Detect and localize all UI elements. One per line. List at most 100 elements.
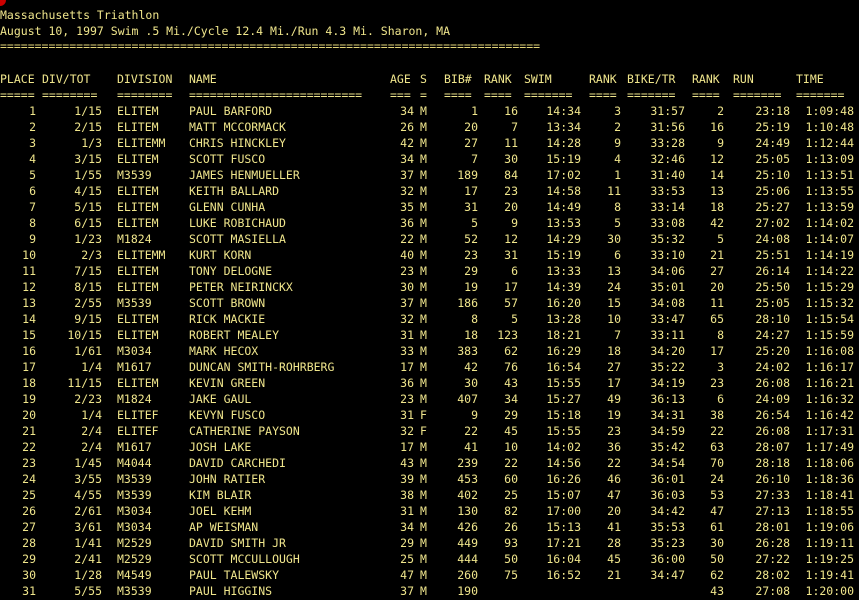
cell-sex: M (420, 104, 427, 118)
cell-div-tot: 6/15 (74, 216, 102, 230)
cell-swim: 17:02 (546, 168, 581, 182)
cell-sex: M (420, 504, 427, 518)
cell-div-tot: 2/41 (74, 552, 102, 566)
cell-name: DAVID SMITH JR (189, 536, 286, 550)
cell-run: 25:06 (755, 184, 790, 198)
table-row: 23 1/45 M4044 DAVID CARCHEDI 43 M 239 22 14:56 22… (0, 455, 859, 471)
cell-swim-rank: 84 (504, 168, 518, 182)
table-row: 12 8/15 ELITEM PETER NEIRINCKX 30 M 19 17 14:39 2… (0, 279, 859, 295)
cell-run-rank: 2 (717, 104, 724, 118)
cell-place: 26 (22, 504, 36, 518)
cell-run: 28:18 (755, 456, 790, 470)
cell-bike-rank: 45 (607, 552, 621, 566)
cell-place: 28 (22, 536, 36, 550)
cell-place: 18 (22, 376, 36, 390)
cell-bib: 22 (464, 424, 478, 438)
cell-sex: M (420, 552, 427, 566)
cell-div-tot: 1/4 (81, 408, 102, 422)
cell-bib: 407 (457, 392, 478, 406)
cell-bike: 33:08 (650, 216, 685, 230)
cell-div-tot: 1/4 (81, 360, 102, 374)
cell-run: 26:54 (755, 408, 790, 422)
cell-swim: 18:21 (546, 328, 581, 342)
cell-swim-rank: 57 (504, 296, 518, 310)
cell-div-tot: 1/3 (81, 136, 102, 150)
cell-sex: M (420, 456, 427, 470)
cell-run: 25:50 (755, 280, 790, 294)
cell-bib: 426 (457, 520, 478, 534)
cell-name: LUKE ROBICHAUD (189, 216, 286, 230)
cell-bike: 34:06 (650, 264, 685, 278)
cell-age: 31 (400, 408, 414, 422)
cell-time: 1:19:06 (805, 520, 854, 534)
underline-swim-rank: ==== (484, 88, 512, 102)
cell-place: 20 (22, 408, 36, 422)
cell-bike: 34:47 (650, 568, 685, 582)
table-row: 8 6/15 ELITEM LUKE ROBICHAUD 36 M 5 9 13:53 5 33:0… (0, 215, 859, 231)
cell-age: 42 (400, 136, 414, 150)
cell-run: 27:13 (755, 504, 790, 518)
cell-time: 1:13:09 (805, 152, 854, 166)
cell-age: 26 (400, 120, 414, 134)
cell-swim: 16:52 (546, 568, 581, 582)
cell-place: 21 (22, 424, 36, 438)
cell-div-tot: 5/15 (74, 200, 102, 214)
cell-div-tot: 1/45 (74, 456, 102, 470)
header-place: PLACE (0, 72, 35, 86)
cell-division: ELITEM (117, 264, 159, 278)
cell-time: 1:20:00 (805, 584, 854, 598)
cell-swim: 16:20 (546, 296, 581, 310)
table-row: 6 4/15 ELITEM KEITH BALLARD 32 M 17 23 14:58 11 33… (0, 183, 859, 199)
underline-div-tot: ======== (42, 88, 98, 102)
cell-time: 1:14:19 (805, 248, 854, 262)
table-row: 19 2/23 M1824 JAKE GAUL 23 M 407 34 15:27 49 36:13… (0, 391, 859, 407)
cell-age: 37 (400, 584, 414, 598)
cell-time: 1:19:11 (805, 536, 854, 550)
cell-run-rank: 61 (710, 520, 724, 534)
cell-div-tot: 11/15 (67, 376, 102, 390)
cell-swim-rank: 29 (504, 408, 518, 422)
table-row: 25 4/55 M3539 KIM BLAIR 38 M 402 25 15:07 47 36:03… (0, 487, 859, 503)
cell-division: ELITEMM (117, 248, 166, 262)
cell-place: 29 (22, 552, 36, 566)
cell-bike: 34:19 (650, 376, 685, 390)
cell-run-rank: 53 (710, 488, 724, 502)
cell-swim: 14:28 (546, 136, 581, 150)
cell-bike-rank: 41 (607, 520, 621, 534)
cell-division: ELITEM (117, 104, 159, 118)
cell-age: 23 (400, 264, 414, 278)
cell-div-tot: 4/15 (74, 184, 102, 198)
cell-run-rank: 42 (710, 216, 724, 230)
cell-run-rank: 11 (710, 296, 724, 310)
cell-sex: M (420, 152, 427, 166)
cell-bib: 5 (471, 216, 478, 230)
cell-place: 13 (22, 296, 36, 310)
cell-place: 10 (22, 248, 36, 262)
cell-place: 7 (29, 200, 36, 214)
cell-name: KIM BLAIR (189, 488, 252, 502)
cell-run: 25:51 (755, 248, 790, 262)
cell-time: 1:15:29 (805, 280, 854, 294)
cell-div-tot: 3/15 (74, 152, 102, 166)
cell-name: CATHERINE PAYSON (189, 424, 300, 438)
cell-div-tot: 2/15 (74, 120, 102, 134)
cell-name: JAKE GAUL (189, 392, 252, 406)
cell-bike: 35:32 (650, 232, 685, 246)
cell-time: 1:19:25 (805, 552, 854, 566)
window-corner-marker (0, 0, 6, 6)
cell-name: KEVIN GREEN (189, 376, 266, 390)
cell-name: SCOTT BROWN (189, 296, 266, 310)
cell-place: 5 (29, 168, 36, 182)
cell-bike: 34:20 (650, 344, 685, 358)
cell-bike-rank: 2 (614, 120, 621, 134)
table-row: 24 3/55 M3539 JOHN RATIER 39 M 453 60 16:26 46 36:… (0, 471, 859, 487)
cell-div-tot: 1/55 (74, 168, 102, 182)
column-headers: PLACE DIV/TOT DIVISION NAME AGE S BIB# R… (0, 71, 859, 87)
cell-run-rank: 13 (710, 184, 724, 198)
cell-bike-rank: 46 (607, 472, 621, 486)
cell-bike-rank: 18 (607, 344, 621, 358)
cell-bike: 33:28 (650, 136, 685, 150)
cell-place: 14 (22, 312, 36, 326)
cell-div-tot: 2/4 (81, 424, 102, 438)
table-row: 13 2/55 M3539 SCOTT BROWN 37 M 186 57 16:20 15 34:… (0, 295, 859, 311)
